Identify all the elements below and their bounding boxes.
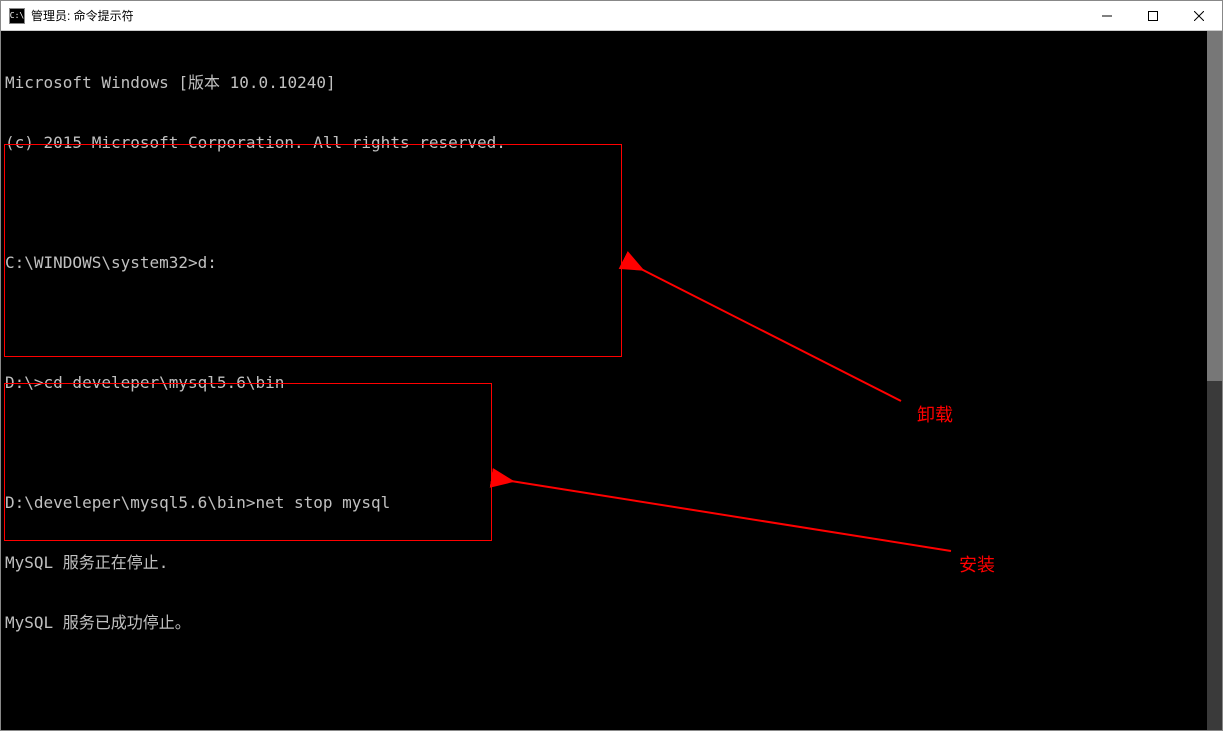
window-title: 管理员: 命令提示符 <box>31 7 1084 24</box>
uninstall-label: 卸载 <box>917 401 953 427</box>
terminal-line: C:\WINDOWS\system32>d: <box>5 253 1207 273</box>
terminal-line: Microsoft Windows [版本 10.0.10240] <box>5 73 1207 93</box>
terminal-client-area: Microsoft Windows [版本 10.0.10240] (c) 20… <box>1 31 1222 730</box>
close-icon <box>1194 11 1204 21</box>
terminal-line <box>5 193 1207 213</box>
minimize-icon <box>1102 11 1112 21</box>
terminal-line <box>5 433 1207 453</box>
minimize-button[interactable] <box>1084 1 1130 31</box>
terminal-output[interactable]: Microsoft Windows [版本 10.0.10240] (c) 20… <box>1 31 1207 730</box>
maximize-icon <box>1148 11 1158 21</box>
terminal-line: MySQL 服务正在停止. <box>5 553 1207 573</box>
maximize-button[interactable] <box>1130 1 1176 31</box>
titlebar[interactable]: C:\ 管理员: 命令提示符 <box>1 1 1222 31</box>
terminal-line: (c) 2015 Microsoft Corporation. All righ… <box>5 133 1207 153</box>
cmd-icon: C:\ <box>9 8 25 24</box>
install-label: 安装 <box>959 551 995 577</box>
terminal-line: D:\develeper\mysql5.6\bin>net stop mysql <box>5 493 1207 513</box>
terminal-line: D:\>cd develeper\mysql5.6\bin <box>5 373 1207 393</box>
terminal-line <box>5 313 1207 333</box>
scrollbar-thumb[interactable] <box>1207 31 1222 381</box>
terminal-line <box>5 673 1207 693</box>
command-prompt-window: C:\ 管理员: 命令提示符 Microsoft Windows [版本 10.… <box>0 0 1223 731</box>
terminal-line: MySQL 服务已成功停止。 <box>5 613 1207 633</box>
close-button[interactable] <box>1176 1 1222 31</box>
vertical-scrollbar[interactable] <box>1207 31 1222 730</box>
